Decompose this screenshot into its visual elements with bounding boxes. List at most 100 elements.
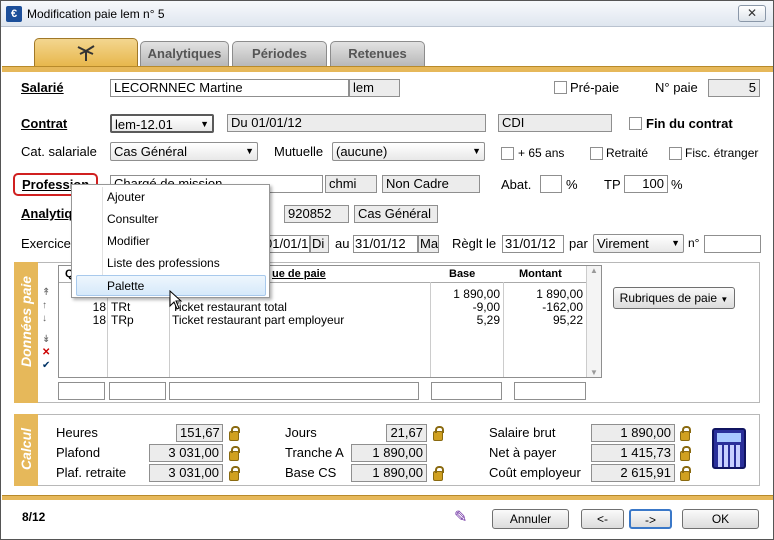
lock-icon[interactable] <box>433 426 444 441</box>
col-base: Base <box>449 268 476 280</box>
exercice-to-day: Ma <box>418 235 439 253</box>
fisc-label: Fisc. étranger <box>685 146 759 160</box>
edit-code-field[interactable] <box>109 382 166 400</box>
tab-retenues[interactable]: Retenues <box>330 41 425 66</box>
ok-button[interactable]: OK <box>682 509 759 529</box>
analytique-value-field: Cas Général <box>354 205 438 223</box>
window: € Modification paie lem n° 5 ✕ Analytiqu… <box>0 0 774 540</box>
edit-q-field[interactable] <box>58 382 105 400</box>
tab-main[interactable] <box>34 38 138 67</box>
edit-label-field[interactable] <box>169 382 419 400</box>
exercice-to-field[interactable]: 31/01/12 <box>353 235 418 253</box>
row2-label: Ticket restaurant total <box>172 300 287 314</box>
lock-icon[interactable] <box>680 426 691 441</box>
chevron-down-icon: ▼ <box>472 146 481 156</box>
basecs-label: Base CS <box>285 465 337 480</box>
salarie-name-field[interactable]: LECORNNEC Martine <box>110 79 349 97</box>
fisc-checkbox[interactable] <box>669 147 682 160</box>
row2-montant: -162,00 <box>542 300 583 314</box>
cat-select[interactable]: Cas Général ▼ <box>110 142 258 161</box>
donnees-side-label: Données paie <box>14 262 38 403</box>
row2-code: TRt <box>111 300 131 314</box>
mode-value: Virement <box>597 236 649 251</box>
prepaie-checkbox[interactable] <box>554 81 567 94</box>
fin-contrat-checkbox[interactable] <box>629 117 642 130</box>
contrat-select[interactable]: lem-12.01 ▼ <box>110 114 214 133</box>
close-button[interactable]: ✕ <box>738 5 766 22</box>
plafret-field: 3 031,00 <box>149 464 223 482</box>
delete-icon[interactable]: ✕ <box>42 346 50 359</box>
scroll-down-icon[interactable]: ▼ <box>587 368 601 377</box>
lock-icon[interactable] <box>229 466 240 481</box>
edit-base-field[interactable] <box>431 382 502 400</box>
tab-analytiques[interactable]: Analytiques <box>140 41 229 66</box>
lock-icon[interactable] <box>680 446 691 461</box>
abat-field[interactable] <box>540 175 562 193</box>
context-menu: Ajouter Consulter Modifier Liste des pro… <box>71 184 270 298</box>
calcul-side-label: Calcul <box>14 414 38 486</box>
contrat-label[interactable]: Contrat <box>21 116 67 131</box>
tranche-label: Tranche A <box>285 445 344 460</box>
contrat-type-field: CDI <box>498 114 612 132</box>
retraite-label: Retraité <box>606 146 649 160</box>
chevron-down-icon: ▼ <box>720 295 729 304</box>
scroll-up-icon[interactable]: ▲ <box>587 266 601 275</box>
rubriques-button[interactable]: Rubriques de paie ▼ <box>613 287 735 309</box>
tp-field[interactable]: 100 <box>624 175 668 193</box>
no-field[interactable] <box>704 235 761 253</box>
row3-montant: 95,22 <box>552 313 583 327</box>
plus65-checkbox[interactable] <box>501 147 514 160</box>
menu-item-consulter[interactable]: Consulter <box>73 209 268 230</box>
par-label: par <box>569 236 588 251</box>
salarie-label[interactable]: Salarié <box>21 80 64 95</box>
arrow-down-icon[interactable]: ↓ <box>42 312 50 325</box>
check-icon[interactable]: ✔ <box>42 359 50 372</box>
calcul-side-text: Calcul <box>18 427 34 470</box>
lock-icon[interactable] <box>680 466 691 481</box>
salarie-code-field: lem <box>349 79 400 97</box>
mutuelle-select[interactable]: (aucune) ▼ <box>332 142 485 161</box>
next-button[interactable]: -> <box>629 509 672 529</box>
plafond-label: Plafond <box>56 445 101 460</box>
basecs-field: 1 890,00 <box>351 464 427 482</box>
lock-icon[interactable] <box>433 466 444 481</box>
prepaie-label: Pré-paie <box>570 80 620 95</box>
tp-label: TP <box>604 177 621 192</box>
arrow-up-icon[interactable]: ↑ <box>42 299 50 312</box>
reglt-field[interactable]: 31/01/12 <box>502 235 564 253</box>
lock-icon[interactable] <box>229 426 240 441</box>
mode-select[interactable]: Virement ▼ <box>593 234 684 253</box>
calculator-screen <box>717 433 741 442</box>
prev-button[interactable]: <- <box>581 509 624 529</box>
jours-field: 21,67 <box>386 424 427 442</box>
net-label: Net à payer <box>489 445 557 460</box>
reglt-label: Règlt le <box>452 236 497 251</box>
edit-montant-field[interactable] <box>514 382 586 400</box>
grid-scrollbar[interactable]: ▲ ▼ <box>586 266 601 377</box>
heures-label: Heures <box>56 425 98 440</box>
calculator-keys <box>718 445 740 467</box>
pen-icon[interactable]: ✎ <box>454 507 467 527</box>
menu-item-modifier[interactable]: Modifier <box>73 231 268 252</box>
exercice-au-label: au <box>335 236 350 251</box>
menu-item-ajouter[interactable]: Ajouter <box>73 187 268 208</box>
title-bar: € Modification paie lem n° 5 ✕ <box>1 1 773 27</box>
palm-icon <box>77 45 95 61</box>
menu-item-liste[interactable]: Liste des professions <box>73 253 268 274</box>
lock-icon[interactable] <box>229 446 240 461</box>
row-tools: ↟ ↑ ↓ ↡ ✕ ✔ <box>42 286 50 372</box>
annuler-button[interactable]: Annuler <box>492 509 569 529</box>
exercice-from-day: Di <box>310 235 329 253</box>
net-field: 1 415,73 <box>591 444 675 462</box>
row2-q: 18 <box>92 300 106 314</box>
arrow-up-icon[interactable]: ↟ <box>42 286 50 299</box>
rubriques-label: Rubriques de paie <box>619 291 718 305</box>
chevron-down-icon: ▼ <box>200 119 209 129</box>
arrow-down-icon[interactable]: ↡ <box>42 333 50 346</box>
window-title: Modification paie lem n° 5 <box>27 7 165 21</box>
calculator-icon[interactable] <box>712 428 746 469</box>
fin-contrat-label: Fin du contrat <box>646 116 733 131</box>
tab-periodes[interactable]: Périodes <box>232 41 327 66</box>
retraite-checkbox[interactable] <box>590 147 603 160</box>
exercice-from-field[interactable]: 01/01/12 <box>263 235 310 253</box>
